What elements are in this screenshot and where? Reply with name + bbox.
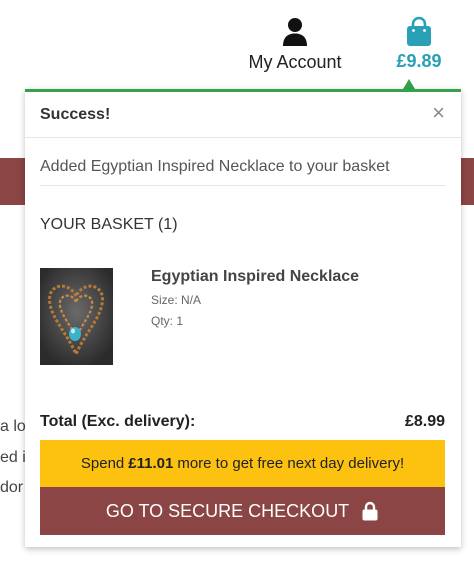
popup-header: Success! × xyxy=(25,92,461,138)
promo-suffix: more to get free next day delivery! xyxy=(177,455,405,472)
divider xyxy=(40,185,446,186)
checkout-label: GO TO SECURE CHECKOUT xyxy=(105,500,350,521)
user-icon xyxy=(283,18,307,46)
total-label: Total (Exc. delivery): xyxy=(40,413,196,430)
my-account-label: My Account xyxy=(248,52,342,72)
basket-popup: Success! × Added Egyptian Inspired Neckl… xyxy=(25,89,461,547)
product-qty: Qty: 1 xyxy=(151,314,184,328)
background-text-line: dor xyxy=(0,479,24,496)
basket-heading: YOUR BASKET (1) xyxy=(40,216,178,233)
product-size: Size: N/A xyxy=(151,293,202,307)
product-image[interactable] xyxy=(40,268,113,365)
promo-prefix: Spend xyxy=(80,455,125,472)
free-delivery-banner: Spend £11.01 more to get free next day d… xyxy=(40,440,445,487)
popup-pointer xyxy=(403,79,415,89)
my-account-link[interactable]: My Account xyxy=(240,16,350,73)
background-text-line: ed i xyxy=(0,449,26,466)
total-value: £8.99 xyxy=(404,413,445,430)
basket-total: £9.89 xyxy=(396,51,442,71)
popup-title: Success! xyxy=(40,106,111,123)
background-text-line: a lo xyxy=(0,418,26,435)
promo-amount: £11.01 xyxy=(128,455,174,472)
basket-link[interactable]: £9.89 xyxy=(388,16,450,72)
close-icon[interactable]: × xyxy=(432,102,445,124)
shopping-bag-icon xyxy=(407,16,431,46)
lock-icon xyxy=(362,501,378,521)
secure-checkout-button[interactable]: GO TO SECURE CHECKOUT xyxy=(40,487,445,535)
product-name[interactable]: Egyptian Inspired Necklace xyxy=(151,268,359,286)
added-message: Added Egyptian Inspired Necklace to your… xyxy=(40,158,390,175)
